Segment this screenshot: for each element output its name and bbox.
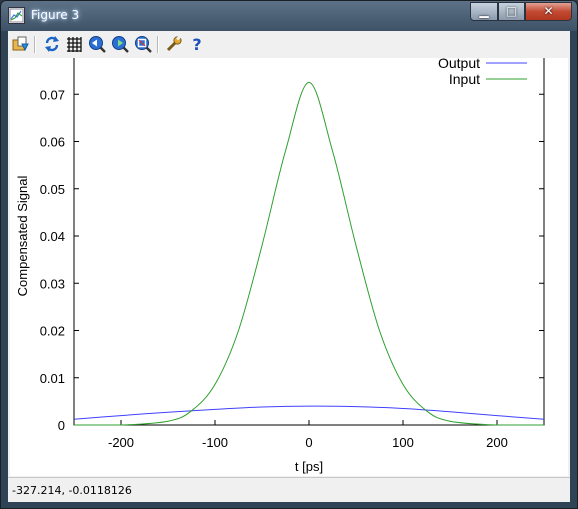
y-tick-label: 0.05	[40, 182, 65, 197]
toolbar-separator	[34, 36, 36, 53]
title-bar[interactable]: Figure 3 ▁ □ ✕	[1, 1, 577, 31]
cursor-coordinates: -327.214, -0.0118126	[12, 484, 132, 497]
y-tick-label: 0.03	[40, 276, 65, 291]
settings-wrench-icon[interactable]	[165, 35, 183, 53]
x-tick-label: -100	[202, 435, 228, 450]
x-tick-label: -200	[108, 435, 134, 450]
window-client-area: ? -200 -100 0 100 200 0 0.01 0.02 0.03 0.04 0.05 0.…	[8, 31, 570, 502]
zoom-forward-icon[interactable]	[111, 35, 129, 53]
refresh-icon[interactable]	[43, 35, 61, 53]
help-icon[interactable]: ?	[188, 35, 206, 53]
grid-icon[interactable]	[65, 35, 83, 53]
y-tick-label: 0.06	[40, 135, 65, 150]
close-button[interactable]: ✕	[525, 2, 572, 21]
y-tick-label: 0.04	[40, 229, 65, 244]
status-bar: -327.214, -0.0118126	[8, 477, 570, 502]
legend-label-input: Input	[449, 71, 480, 87]
export-icon[interactable]	[12, 35, 30, 53]
x-tick-label: 100	[392, 435, 414, 450]
x-axis-label: t [ps]	[295, 459, 323, 474]
y-tick-label: 0.07	[40, 87, 65, 102]
legend-label-output: Output	[438, 58, 480, 71]
window-title: Figure 3	[31, 8, 80, 22]
minimize-icon: ▁	[479, 4, 489, 18]
zoom-autoscale-icon[interactable]	[134, 35, 152, 53]
plot-canvas[interactable]: -200 -100 0 100 200 0 0.01 0.02 0.03 0.04 0.05 0.06…	[10, 40, 568, 476]
maximize-icon: □	[505, 4, 518, 18]
figure-window: Figure 3 ▁ □ ✕ ? -200 -100 0 100 200 0 0…	[0, 0, 578, 509]
maximize-button[interactable]: □	[498, 2, 525, 21]
toolbar-separator	[157, 36, 159, 53]
y-axis-label: Compensated Signal	[15, 176, 30, 297]
plot-frame	[73, 46, 545, 426]
svg-text:?: ?	[192, 35, 201, 53]
x-tick-label: 200	[486, 435, 508, 450]
minimize-button[interactable]: ▁	[470, 2, 498, 21]
series-line-output	[73, 405, 545, 420]
figure-app-icon	[8, 7, 25, 24]
legend: OutputInput	[438, 55, 527, 87]
y-tick-label: 0	[58, 418, 65, 433]
close-icon: ✕	[543, 4, 554, 18]
toolbar: ?	[8, 31, 570, 58]
x-tick-label: 0	[305, 435, 312, 450]
series-line-input	[74, 81, 544, 426]
zoom-back-icon[interactable]	[88, 35, 106, 53]
y-tick-label: 0.01	[40, 371, 65, 386]
y-tick-label: 0.02	[40, 324, 65, 339]
chart-svg[interactable]: -200 -100 0 100 200 0 0.01 0.02 0.03 0.04 0.05 0.06…	[10, 40, 568, 476]
